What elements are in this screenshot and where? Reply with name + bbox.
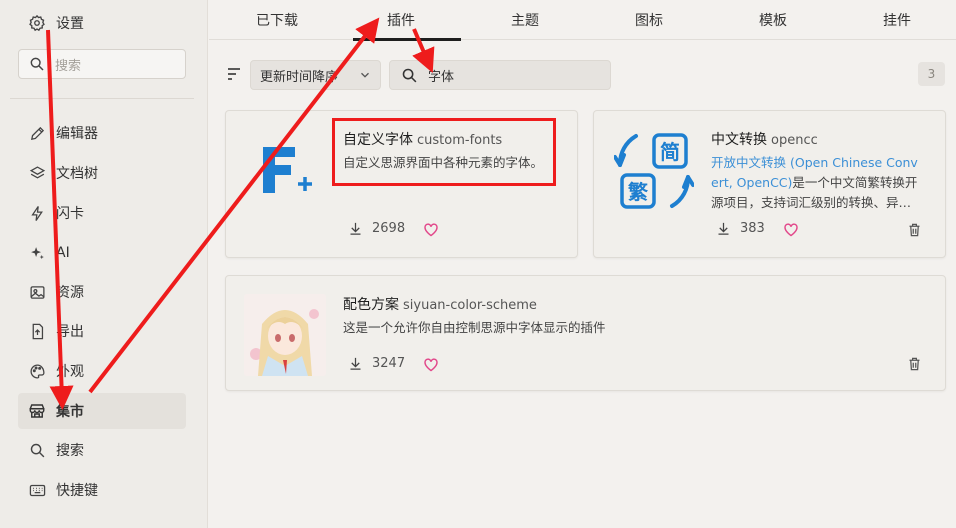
export-icon <box>18 323 56 340</box>
store-icon <box>18 402 56 420</box>
download-value: 383 <box>740 221 765 236</box>
plugin-name: 中文转换 <box>711 132 767 148</box>
tab-label: 挂件 <box>883 13 911 29</box>
tab-label: 图标 <box>635 13 663 29</box>
download-value: 3247 <box>372 356 406 371</box>
sidebar-item-doctree[interactable]: 文档树 <box>18 155 186 191</box>
logo-char-traditional: 繁 <box>628 180 649 204</box>
layers-icon <box>18 165 56 182</box>
result-count-badge: 3 <box>918 62 945 86</box>
plugin-card-opencc[interactable]: 简 繁 中文转换 opencc 开放中文转换 (Open Chinese Conv… <box>593 110 946 258</box>
download-count: 3247 <box>348 356 405 371</box>
settings-title: 设置 <box>56 16 84 32</box>
sidebar-item-search[interactable]: 搜索 <box>18 432 186 468</box>
heart-icon[interactable] <box>423 222 439 241</box>
tab-label: 插件 <box>387 13 415 29</box>
tab-icons[interactable]: 图标 <box>589 0 709 40</box>
plugin-description: 这是一个允许你自由控制思源中字体显示的插件 <box>343 320 606 335</box>
sidebar-item-assets[interactable]: 资源 <box>18 274 186 310</box>
download-icon <box>718 222 729 235</box>
search-value: 字体 <box>428 69 455 85</box>
tab-themes[interactable]: 主题 <box>465 0 585 40</box>
image-icon <box>18 284 56 301</box>
plugin-title: 配色方案 siyuan-color-scheme <box>343 294 537 314</box>
tab-downloaded[interactable]: 已下载 <box>217 0 337 40</box>
marketplace-tabs: 已下载 插件 主题 图标 模板 挂件 <box>209 0 956 41</box>
search-icon <box>18 442 56 459</box>
description-link[interactable]: 开放中文转换 (Open Chinese Conv <box>711 153 941 173</box>
plugin-title: 自定义字体 custom-fonts <box>343 129 502 149</box>
settings-header[interactable]: 设置 <box>18 5 186 41</box>
trash-icon[interactable] <box>907 222 922 242</box>
plugin-package: custom-fonts <box>417 133 503 148</box>
heart-icon[interactable] <box>423 357 439 376</box>
search-icon <box>19 56 55 72</box>
sidebar-item-keymap[interactable]: 快捷键 <box>18 472 186 508</box>
sidebar-item-label: 文档树 <box>56 166 98 182</box>
download-count: 2698 <box>348 221 405 236</box>
download-icon <box>350 222 361 235</box>
tab-templates[interactable]: 模板 <box>713 0 833 40</box>
sidebar-item-ai[interactable]: AI <box>18 235 186 271</box>
sidebar-divider <box>10 98 194 99</box>
search-icon <box>390 67 428 84</box>
heart-icon[interactable] <box>783 222 799 241</box>
anime-avatar-icon <box>244 294 326 376</box>
sidebar-item-editor[interactable]: 编辑器 <box>18 115 186 151</box>
description-link[interactable]: ert, OpenCC) <box>711 175 792 190</box>
sidebar-item-label: 资源 <box>56 285 84 301</box>
description-text: 是一个中文简繁转换开 <box>792 175 918 190</box>
flash-icon <box>18 205 56 222</box>
gear-icon <box>18 14 56 32</box>
plugin-package: opencc <box>771 133 818 148</box>
sort-icon[interactable] <box>226 65 242 83</box>
sidebar-item-label: 闪卡 <box>56 206 84 222</box>
sidebar-search-input[interactable]: 搜索 <box>18 49 186 79</box>
tab-widgets[interactable]: 挂件 <box>837 0 956 40</box>
opencc-logo-icon: 简 繁 <box>613 131 695 211</box>
plugin-card-siyuan-color-scheme[interactable]: 配色方案 siyuan-color-scheme 这是一个允许你自由控制思源中字体… <box>225 275 946 391</box>
sidebar-item-label: 导出 <box>56 324 84 340</box>
sidebar-item-marketplace[interactable]: 集市 <box>18 393 186 429</box>
plugin-title: 中文转换 opencc <box>711 129 818 149</box>
download-value: 2698 <box>372 221 406 236</box>
sparkle-icon <box>18 245 56 262</box>
sort-order-select[interactable]: 更新时间降序 <box>250 60 381 90</box>
plugin-name: 配色方案 <box>343 297 399 313</box>
palette-icon <box>18 363 56 380</box>
sidebar-item-label: 外观 <box>56 364 84 380</box>
sidebar: 设置 搜索 编辑器 文档树 闪卡 AI 资源 导出 外观 集市 搜索 快捷键 <box>0 0 208 528</box>
sidebar-item-label: 集市 <box>56 404 84 420</box>
tab-plugins[interactable]: 插件 <box>341 0 461 41</box>
description-text: 源项目，支持词汇级别的转换、异… <box>711 195 912 210</box>
trash-icon[interactable] <box>907 356 922 376</box>
custom-fonts-logo-icon <box>259 145 319 199</box>
download-count: 383 <box>716 221 765 236</box>
plugin-description: 自定义思源界面中各种元素的字体。 <box>343 155 544 170</box>
tab-label: 已下载 <box>256 13 298 29</box>
tab-label: 主题 <box>511 13 539 29</box>
plugin-card-custom-fonts[interactable]: 自定义字体 custom-fonts 自定义思源界面中各种元素的字体。 2698 <box>225 110 578 258</box>
plugin-package: siyuan-color-scheme <box>403 298 537 313</box>
sidebar-item-appearance[interactable]: 外观 <box>18 353 186 389</box>
keyboard-icon <box>18 482 56 499</box>
sidebar-item-flashcard[interactable]: 闪卡 <box>18 195 186 231</box>
sidebar-item-label: 搜索 <box>56 443 84 459</box>
plugin-name: 自定义字体 <box>343 132 413 148</box>
sidebar-item-label: 编辑器 <box>56 126 98 142</box>
sidebar-item-export[interactable]: 导出 <box>18 313 186 349</box>
tab-label: 模板 <box>759 13 787 29</box>
plugin-description: 开放中文转换 (Open Chinese Conv ert, OpenCC)是一… <box>711 153 941 213</box>
logo-char-simplified: 简 <box>660 140 680 164</box>
chevron-down-icon <box>358 68 372 86</box>
marketplace-search-input[interactable]: 字体 <box>389 60 611 90</box>
sidebar-item-label: 快捷键 <box>56 483 98 499</box>
sidebar-search-placeholder: 搜索 <box>55 58 82 74</box>
sidebar-item-label: AI <box>56 245 70 261</box>
pencil-icon <box>18 125 56 142</box>
sort-order-value: 更新时间降序 <box>260 69 339 85</box>
download-icon <box>350 357 361 370</box>
